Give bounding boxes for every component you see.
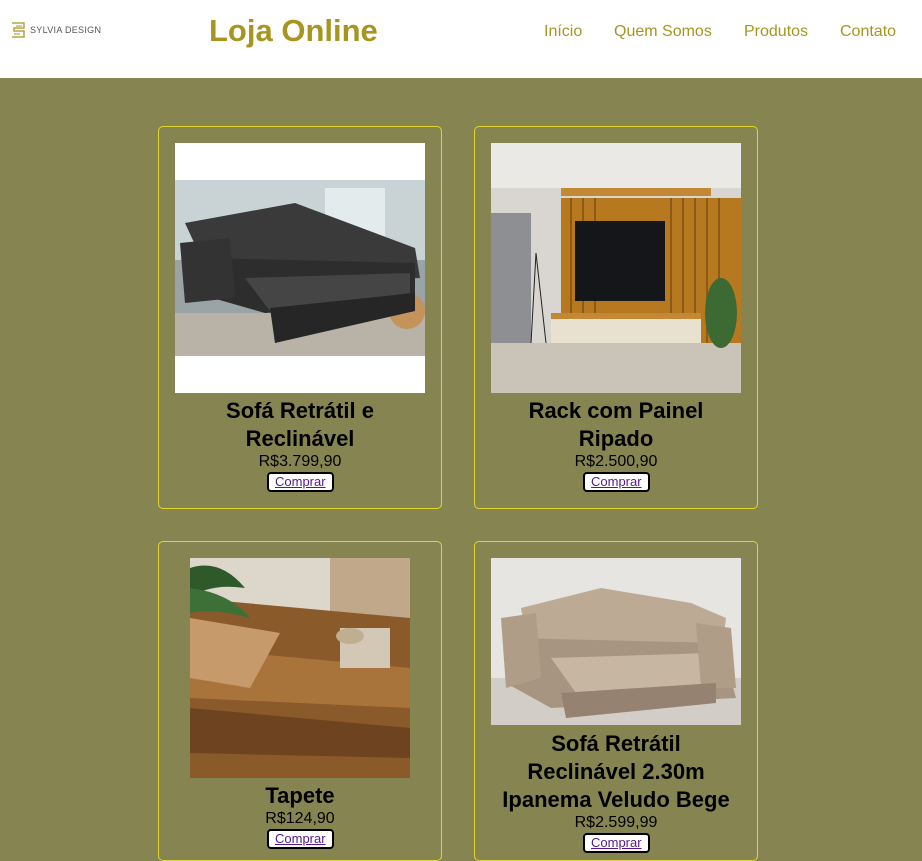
logo-text: SYLVIA DESIGN	[30, 25, 102, 35]
product-card: Sofá Retrátil e Reclinável R$3.799,90 Co…	[158, 126, 442, 509]
product-name: Reclinável	[245, 426, 355, 451]
nav-link-contato[interactable]: Contato	[840, 21, 896, 43]
nav-link-inicio[interactable]: Início	[544, 21, 582, 43]
product-price: R$3.799,90	[258, 453, 342, 470]
product-price: R$124,90	[265, 810, 335, 827]
page-title: Loja Online	[209, 13, 378, 48]
product-image[interactable]	[491, 558, 741, 725]
product-card: Rack com Painel Ripado R$2.500,90 Compra…	[474, 126, 758, 509]
product-name: Rack com Painel	[528, 398, 704, 423]
buy-button[interactable]: Comprar	[267, 829, 334, 849]
buy-button[interactable]: Comprar	[583, 472, 650, 492]
product-name: Ipanema Veludo Bege	[502, 787, 730, 812]
logo-icon	[12, 22, 25, 38]
nav-link-quem-somos[interactable]: Quem Somos	[614, 21, 712, 43]
product-name: Tapete	[265, 783, 335, 808]
buy-button[interactable]: Comprar	[583, 833, 650, 853]
product-name: Ripado	[578, 426, 654, 451]
product-price: R$2.599,99	[574, 814, 658, 831]
product-card: Tapete R$124,90 Comprar	[158, 541, 442, 861]
product-image[interactable]	[491, 143, 741, 393]
product-image[interactable]	[175, 143, 425, 393]
product-name: Sofá Retrátil e	[226, 398, 374, 423]
nav-link-produtos[interactable]: Produtos	[744, 21, 808, 43]
product-image[interactable]	[190, 558, 410, 778]
site-header: SYLVIA DESIGN Loja Online Início Quem So…	[0, 0, 922, 78]
buy-button[interactable]: Comprar	[267, 472, 334, 492]
product-card: Sofá Retrátil Reclinável 2.30m Ipanema V…	[474, 541, 758, 861]
product-name: Reclinável 2.30m	[527, 759, 705, 784]
product-name: Sofá Retrátil	[551, 731, 681, 756]
product-price: R$2.500,90	[574, 453, 658, 470]
brand-logo[interactable]: SYLVIA DESIGN	[10, 20, 101, 40]
